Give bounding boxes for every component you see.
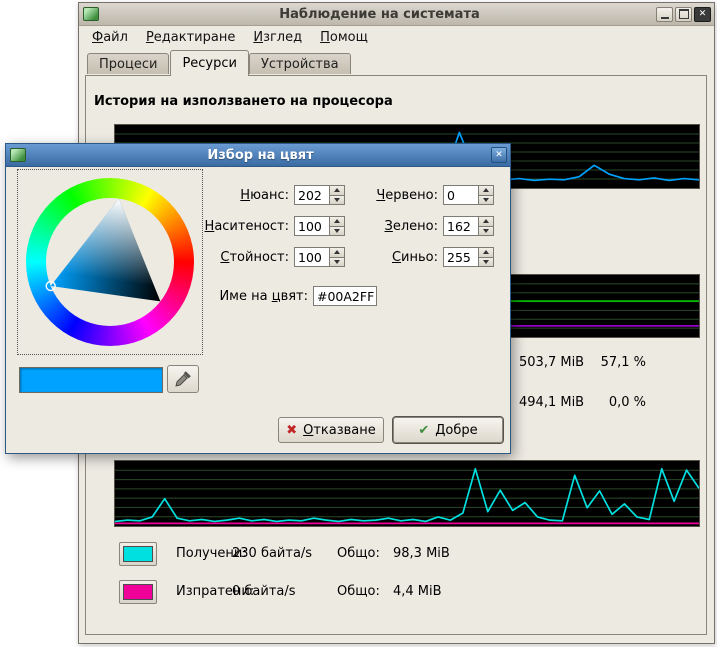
blue-spinner bbox=[443, 247, 494, 267]
value-label: Стойност: bbox=[156, 250, 289, 265]
received-color-swatch bbox=[123, 546, 153, 562]
ok-button[interactable]: ✔ Добре bbox=[393, 417, 503, 443]
blue-label: Синьо: bbox=[326, 250, 438, 265]
green-down-icon[interactable] bbox=[479, 227, 494, 237]
color-name-label: Име на цвят: bbox=[166, 289, 308, 304]
red-down-icon[interactable] bbox=[479, 196, 494, 206]
dialog-title: Избор на цвят bbox=[30, 148, 491, 163]
minimize-icon[interactable] bbox=[656, 7, 673, 22]
sent-rate: 0 байта/s bbox=[232, 584, 296, 599]
app-icon bbox=[83, 7, 99, 21]
sent-color-button[interactable] bbox=[119, 580, 157, 604]
menu-edit[interactable]: Редактиране bbox=[137, 26, 244, 49]
menu-help[interactable]: Помощ bbox=[311, 26, 377, 49]
dialog-app-icon bbox=[10, 148, 26, 162]
menubar: Файл Редактиране Изглед Помощ bbox=[79, 25, 714, 50]
red-spinner bbox=[443, 185, 494, 205]
ok-button-label: Добре bbox=[435, 423, 477, 438]
network-history-graph bbox=[114, 460, 700, 527]
green-input[interactable] bbox=[443, 216, 479, 236]
value-input[interactable] bbox=[294, 247, 330, 267]
saturation-input[interactable] bbox=[294, 216, 330, 236]
saturation-label: Наситеност: bbox=[156, 219, 289, 234]
cancel-icon: ✖ bbox=[286, 423, 297, 438]
desktop: Наблюдение на системата ✕ Файл Редактира… bbox=[0, 0, 717, 647]
received-total: 98,3 MiB bbox=[393, 546, 450, 561]
main-window-title: Наблюдение на системата bbox=[103, 7, 656, 22]
cancel-button-label: Отказване bbox=[303, 423, 376, 438]
memory-used-percent: 57,1 % bbox=[556, 355, 646, 370]
received-total-label: Общо: bbox=[337, 546, 380, 561]
color-picker-dialog: Избор на цвят ✕ bbox=[5, 143, 511, 454]
sent-color-swatch bbox=[123, 584, 153, 600]
eyedropper-button[interactable] bbox=[167, 365, 199, 393]
menu-file[interactable]: Файл bbox=[83, 26, 137, 49]
received-color-button[interactable] bbox=[119, 542, 157, 566]
tab-processes[interactable]: Процеси bbox=[87, 53, 169, 74]
blue-input[interactable] bbox=[443, 247, 479, 267]
cpu-history-heading: История на използването на процесора bbox=[94, 94, 393, 109]
hue-label: Нюанс: bbox=[156, 188, 289, 203]
red-up-icon[interactable] bbox=[479, 185, 494, 196]
sent-total: 4,4 MiB bbox=[393, 584, 442, 599]
red-label: Червено: bbox=[326, 188, 438, 203]
cancel-button[interactable]: ✖ Отказване bbox=[278, 417, 384, 443]
green-label: Зелено: bbox=[326, 219, 438, 234]
menu-view[interactable]: Изглед bbox=[244, 26, 311, 49]
blue-down-icon[interactable] bbox=[479, 258, 494, 268]
ok-icon: ✔ bbox=[418, 423, 429, 438]
hue-input[interactable] bbox=[294, 185, 330, 205]
color-name-input[interactable] bbox=[313, 286, 377, 306]
main-titlebar[interactable]: Наблюдение на системата ✕ bbox=[79, 3, 714, 26]
tab-resources[interactable]: Ресурси bbox=[170, 50, 249, 76]
sent-total-label: Общо: bbox=[337, 584, 380, 599]
eyedropper-icon bbox=[174, 370, 192, 388]
green-spinner bbox=[443, 216, 494, 236]
color-preview-swatch bbox=[19, 367, 163, 393]
notebook-tabs: Процеси Ресурси Устройства bbox=[85, 50, 707, 76]
red-input[interactable] bbox=[443, 185, 479, 205]
swap-used-percent: 0,0 % bbox=[556, 395, 646, 410]
blue-up-icon[interactable] bbox=[479, 247, 494, 258]
dialog-close-icon[interactable]: ✕ bbox=[491, 147, 507, 163]
close-icon[interactable]: ✕ bbox=[694, 7, 711, 22]
tab-devices[interactable]: Устройства bbox=[249, 53, 351, 74]
green-up-icon[interactable] bbox=[479, 216, 494, 227]
maximize-icon[interactable] bbox=[675, 7, 692, 22]
received-rate: 230 байта/s bbox=[232, 546, 312, 561]
dialog-titlebar[interactable]: Избор на цвят ✕ bbox=[6, 144, 510, 167]
